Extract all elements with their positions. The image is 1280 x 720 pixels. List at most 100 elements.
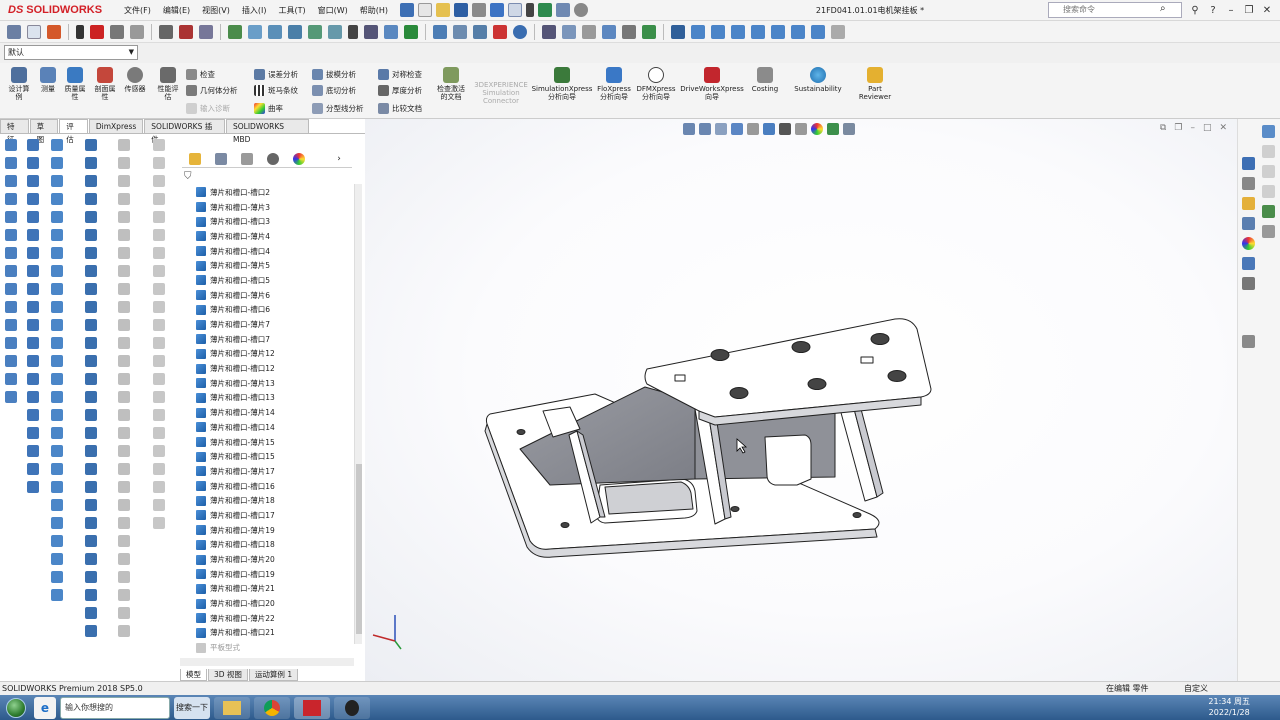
tab-sketch[interactable]: 草图	[29, 119, 59, 144]
home-icon[interactable]	[1242, 157, 1255, 170]
minimize-button[interactable]: –	[1222, 5, 1240, 16]
tool-icon[interactable]	[5, 175, 17, 187]
tool-icon[interactable]	[51, 337, 63, 349]
tool-icon[interactable]	[85, 589, 97, 601]
tool-icon[interactable]	[118, 445, 130, 457]
feature-tree-item[interactable]: 薄片和槽口-槽口12	[196, 361, 356, 376]
feature-tree-item[interactable]: 薄片和槽口-槽口17	[196, 508, 356, 523]
tool-icon[interactable]	[85, 193, 97, 205]
tool-icon[interactable]	[85, 373, 97, 385]
feature-tree-item[interactable]: 薄片和槽口-槽口15	[196, 449, 356, 464]
macro-edit-icon[interactable]	[130, 24, 144, 39]
feature-tree-item[interactable]: 薄片和槽口-槽口13	[196, 391, 356, 406]
tool-icon[interactable]	[153, 301, 165, 313]
help-icon[interactable]: ?	[1204, 5, 1222, 16]
tab-dimxpert[interactable]: DimXpress	[88, 119, 144, 133]
tab-display-manager[interactable]	[286, 150, 312, 168]
tool-icon[interactable]	[27, 301, 39, 313]
feature-tree-item[interactable]: 薄片和槽口-槽口20	[196, 596, 356, 611]
dimetric-view-icon[interactable]	[811, 24, 825, 39]
tool-icon[interactable]	[153, 283, 165, 295]
tool-icon[interactable]	[51, 535, 63, 547]
tool-icon[interactable]	[51, 229, 63, 241]
system-clock[interactable]: 21:34 周五 2022/1/28	[1208, 696, 1250, 718]
tool-icon[interactable]	[118, 517, 130, 529]
tool-icon[interactable]	[85, 337, 97, 349]
tab-3d-views[interactable]: 3D 视图	[208, 669, 248, 681]
tool-icon[interactable]	[118, 535, 130, 547]
home-icon[interactable]	[400, 3, 414, 17]
feature-tree-item[interactable]: 薄片和槽口-薄片19	[196, 523, 356, 538]
feature-tree-item[interactable]: 薄片和槽口-槽口16	[196, 479, 356, 494]
ie-browser-icon[interactable]: e	[34, 696, 56, 719]
tool-icon[interactable]	[51, 463, 63, 475]
tool-icon[interactable]	[153, 499, 165, 511]
menu-tools[interactable]: 工具(T)	[272, 0, 311, 21]
tool-icon[interactable]	[118, 337, 130, 349]
tool-icon[interactable]	[5, 373, 17, 385]
measure-tool-icon[interactable]	[384, 24, 398, 39]
tab-property-manager[interactable]	[208, 150, 234, 168]
screen-capture-icon[interactable]	[199, 24, 213, 39]
coordinate-system-icon[interactable]	[308, 24, 322, 39]
tool-icon[interactable]	[118, 355, 130, 367]
tool-icon[interactable]	[27, 229, 39, 241]
weldment-icon[interactable]	[433, 24, 447, 39]
tool-icon[interactable]	[5, 283, 17, 295]
section-properties-button[interactable]: 剖面属 性	[91, 67, 119, 101]
file-properties-icon[interactable]	[556, 3, 570, 17]
tool-icon[interactable]	[153, 265, 165, 277]
view-palette-icon[interactable]	[1262, 185, 1275, 198]
tool-icon[interactable]	[118, 211, 130, 223]
tool-icon[interactable]	[85, 211, 97, 223]
tool-icon[interactable]	[27, 247, 39, 259]
symmetry-check-button[interactable]: 对称检查	[378, 69, 422, 80]
import-diagnostics-button[interactable]: 输入诊断	[186, 103, 230, 114]
menu-edit[interactable]: 编辑(E)	[157, 0, 196, 21]
undercut-analysis-button[interactable]: 底切分析	[312, 85, 356, 96]
print-icon[interactable]	[472, 3, 486, 17]
status-units[interactable]: 自定义	[1184, 682, 1208, 695]
tool-icon[interactable]	[27, 445, 39, 457]
axis-icon[interactable]	[268, 24, 282, 39]
tool-icon[interactable]	[153, 337, 165, 349]
command-manager-icon[interactable]	[7, 24, 21, 39]
tab-dimxpert-manager[interactable]	[260, 150, 286, 168]
tool-icon[interactable]	[27, 463, 39, 475]
costing-button[interactable]: Costing	[748, 67, 782, 93]
feature-tree-item[interactable]: 薄片和槽口-薄片12	[196, 347, 356, 362]
tool-icon[interactable]	[51, 481, 63, 493]
tool-icon[interactable]	[5, 157, 17, 169]
tab-addins[interactable]: SOLIDWORKS 插件	[144, 119, 225, 144]
compare-documents-button[interactable]: 比较文档	[378, 103, 422, 114]
sheetmetal-icon[interactable]	[453, 24, 467, 39]
tool-icon[interactable]	[27, 319, 39, 331]
thickness-analysis-button[interactable]: 厚度分析	[378, 85, 422, 96]
start-button[interactable]	[0, 695, 32, 720]
sensor-button[interactable]: 传感器	[121, 67, 149, 93]
tool-icon[interactable]	[51, 157, 63, 169]
tool-icon[interactable]	[27, 355, 39, 367]
tool-icon[interactable]	[5, 319, 17, 331]
section-view-icon[interactable]	[582, 24, 596, 39]
tool-icon[interactable]	[51, 499, 63, 511]
tool-icon[interactable]	[153, 445, 165, 457]
feature-tree-item[interactable]: 薄片和槽口-薄片20	[196, 552, 356, 567]
restore-button[interactable]: ❐	[1240, 5, 1258, 16]
part-reviewer-button[interactable]: Part Reviewer	[856, 67, 894, 101]
display-style-icon[interactable]	[602, 24, 616, 39]
chrome-taskbar-icon[interactable]	[254, 696, 290, 719]
tool-icon[interactable]	[85, 481, 97, 493]
forum-icon[interactable]	[1242, 277, 1255, 290]
feature-tree-item[interactable]: 薄片和槽口-薄片21	[196, 582, 356, 597]
solidworks-logo[interactable]: DS SOLIDWORKS	[0, 0, 108, 21]
tool-icon[interactable]	[51, 391, 63, 403]
tool-icon[interactable]	[153, 391, 165, 403]
zoom-icon[interactable]	[542, 24, 556, 39]
save-icon[interactable]	[454, 3, 468, 17]
tool-icon[interactable]	[118, 247, 130, 259]
tab-feature-tree[interactable]	[182, 150, 208, 168]
feature-tree-item[interactable]: 薄片和槽口-槽口2	[196, 185, 356, 200]
tool-icon[interactable]	[27, 211, 39, 223]
tab-motion-study[interactable]: 运动算例 1	[248, 669, 299, 681]
